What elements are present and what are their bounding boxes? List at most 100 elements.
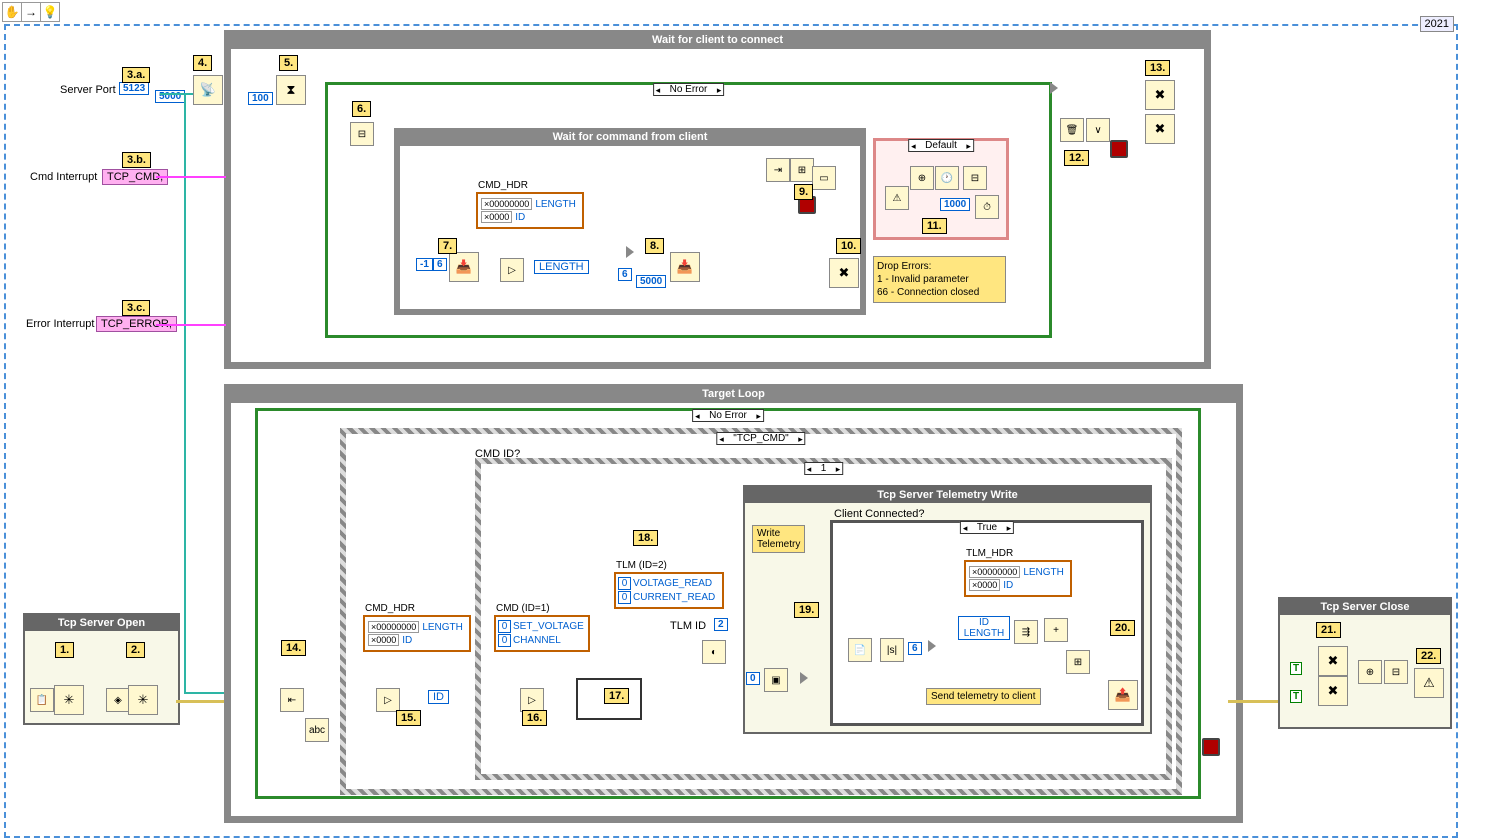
simple-error-icon[interactable]: ⚠ [1414,668,1444,698]
callout-14: 14. [281,640,306,656]
callout-17: 17. [604,688,629,704]
typecast-icon-c[interactable]: ▷ [520,688,544,712]
flatten-string-icon[interactable]: 📄 [848,638,872,662]
release-queue-icon-b[interactable]: ✖ [1318,676,1348,706]
release-queue-icon-a[interactable]: ✖ [1318,646,1348,676]
callout-16: 16. [522,710,547,726]
tcp-read-hdr-icon[interactable]: 📥 [449,252,479,282]
timer-icon[interactable]: ⏱ [975,195,999,219]
const-neg1: -1 [416,258,433,271]
string-length-icon[interactable]: |s| [880,638,904,662]
case-selector-default[interactable]: Default [908,139,974,152]
callout-11: 11. [922,218,947,234]
callout-6: 6. [352,101,371,117]
coerce-icon[interactable]: ◐ [702,640,726,664]
wire [156,176,226,178]
callout-18: 18. [633,530,658,546]
callout-10: 10. [836,238,861,254]
error-out-icon[interactable]: ⊟ [1384,660,1408,684]
bundle-icon-a[interactable]: ⊞ [790,158,814,182]
callout-7: 7. [438,238,457,254]
typecast-icon-b[interactable]: ▷ [376,688,400,712]
wait-ms-icon[interactable]: 🕐 [935,166,959,190]
tcp-read-body-icon[interactable]: 📥 [670,252,700,282]
obtain-queue-icon-b[interactable]: ✳ [128,685,158,715]
concat-strings-icon[interactable]: + [1044,618,1068,642]
drop-errors-comment: Drop Errors: 1 - Invalid parameter 66 - … [873,256,1006,303]
callout-22: 22. [1416,648,1441,664]
cluster-cmd-hdr-title-bottom: CMD_HDR [365,603,415,614]
tcp-write-icon[interactable]: 📤 [1108,680,1138,710]
cluster-cmd-hdr-top: CMD_HDR ×00000000LENGTH ×0000ID [476,192,584,229]
const-t-b: T [1290,690,1302,703]
bundle-by-name[interactable]: ID LENGTH [958,616,1010,640]
loop-title-wait-client: Wait for client to connect [231,31,1204,49]
dequeue-icon[interactable]: ⇤ [280,688,304,712]
tcp-wait-icon[interactable]: ⧗ [276,75,306,105]
unbundle-icon-a[interactable]: ⊟ [350,122,374,146]
length-field: LENGTH [534,260,589,274]
while-loop-wait-cmd: Wait for command from client [394,128,866,315]
case-selector-no-error-bottom[interactable]: No Error [692,409,764,422]
callout-4: 4. [193,55,212,71]
case-selector-1[interactable]: 1 [804,462,844,475]
highlight-tool-icon[interactable]: 💡 [41,3,59,21]
obtain-queue-icon-a[interactable]: ✳ [54,685,84,715]
not-icon[interactable] [1050,82,1058,94]
wire [156,324,226,326]
callout-1: 1. [55,642,74,658]
callout-5: 5. [279,55,298,71]
event-selector-tcp-cmd[interactable]: "TCP_CMD" [716,432,805,445]
const-6b: 6 [618,268,632,281]
timeout-5000-b: 5000 [636,275,666,288]
build-array-icon[interactable]: ▭ [812,166,836,190]
error-handler-icon[interactable]: ⚠ [885,186,909,210]
bundle-icon-b[interactable]: ⊞ [1066,650,1090,674]
callout-8: 8. [645,238,664,254]
const-t-a: T [1290,662,1302,675]
wire [176,700,224,703]
callout-3b: 3.b. [122,152,151,168]
write-telemetry-tag: Write Telemetry [752,525,805,553]
const-6a: 6 [433,258,447,271]
stop-terminal-target[interactable] [1202,738,1220,756]
hand-tool-icon[interactable]: ✋ [3,3,22,21]
loop-title-wait-cmd: Wait for command from client [400,128,860,146]
const-1000: 1000 [940,198,970,211]
add-icon[interactable] [928,640,936,652]
wire [184,93,186,693]
release-queue-icon[interactable]: 🗑 [1060,118,1084,142]
stop-terminal-outer[interactable] [1110,140,1128,158]
queue-enqueue-icon-a[interactable]: ⇥ [766,158,790,182]
string-subset-icon[interactable]: abc [305,718,329,742]
cluster-tlm-hdr: TLM_HDR ×00000000LENGTH ×0000ID [964,560,1072,597]
arrow-tool-icon[interactable]: → [22,3,41,21]
merge-errors-icon[interactable]: ⊕ [910,166,934,190]
callout-9: 9. [794,184,813,200]
typecast-icon[interactable]: ▷ [500,258,524,282]
server-port-control[interactable]: 5123 [119,82,149,95]
send-telemetry-tag: Send telemetry to client [926,688,1041,705]
class-constant-icon[interactable]: 📋 [30,688,54,712]
less-than-icon[interactable] [800,672,808,684]
flatten-icon[interactable]: ⇶ [1014,620,1038,644]
tcp-close-icon-b[interactable]: ✖ [1145,80,1175,110]
cluster-cmd-hdr-bottom: CMD_HDR ×00000000LENGTH ×0000ID [363,615,471,652]
tcp-listen-icon[interactable]: 📡 [193,75,223,105]
index-array-icon[interactable]: ▣ [764,668,788,692]
merge-errors-icon-b[interactable]: ⊕ [1358,660,1382,684]
tcp-close-icon-a[interactable]: ✖ [829,258,859,288]
ref-icon[interactable]: ◈ [106,688,130,712]
case-selector-true[interactable]: True [960,521,1014,534]
clear-errors-icon-a[interactable]: ✖ [1145,114,1175,144]
or-icon[interactable]: ∨ [1086,118,1110,142]
unbundle-icon-b[interactable]: ⊟ [963,166,987,190]
subtract-icon[interactable] [626,246,634,258]
callout-21: 21. [1316,622,1341,638]
cluster-cmd-hdr-title-top: CMD_HDR [478,180,528,191]
const-100: 100 [248,92,273,105]
case-selector-no-error-top[interactable]: No Error [653,83,725,96]
server-port-label: Server Port [60,84,116,96]
const-6c: 6 [908,642,922,655]
enum-tlm: TLM (ID=2) 0VOLTAGE_READ 0CURRENT_READ [614,572,724,609]
